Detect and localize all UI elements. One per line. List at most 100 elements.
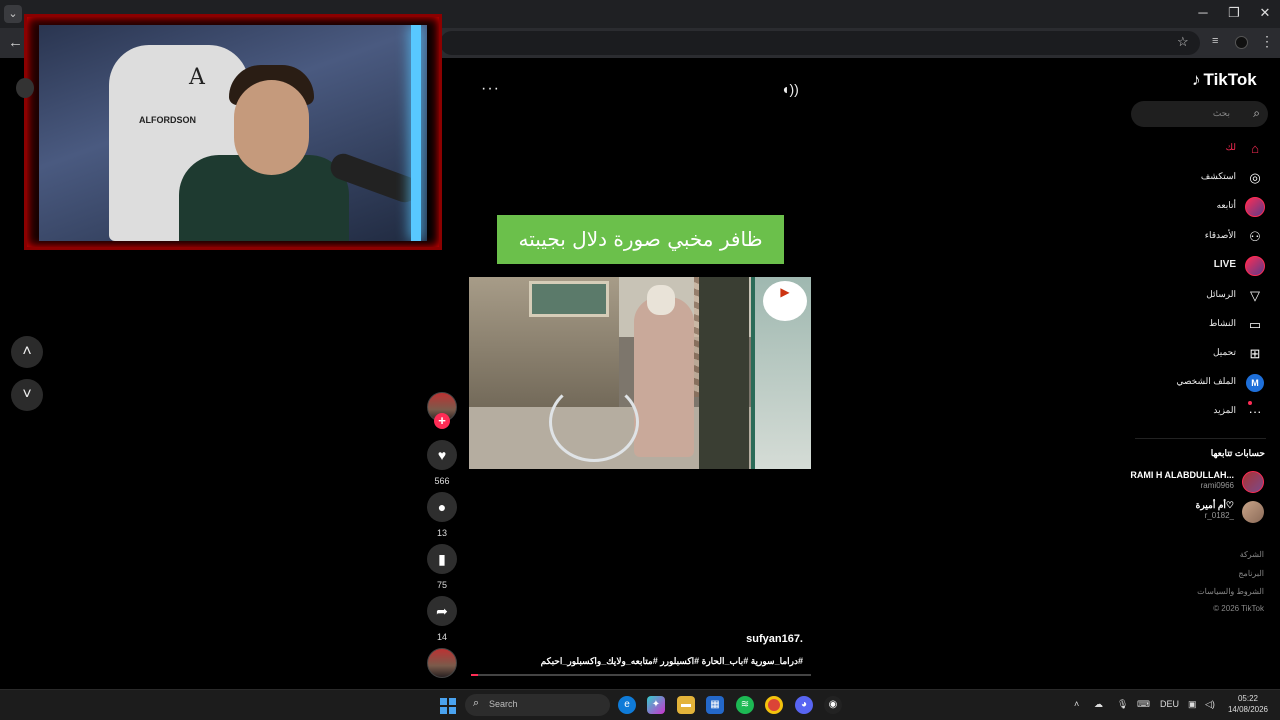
volume-icon[interactable]: ◁) — [1205, 699, 1215, 710]
tab-search-dropdown-icon[interactable]: ⌄ — [4, 5, 22, 23]
more-dots-icon: ··· — [1248, 404, 1262, 419]
sidebar-item-live[interactable]: LIVE — [1140, 255, 1266, 277]
following-account-item[interactable]: أم أميرة♡ r_0182_ — [1135, 500, 1266, 524]
share-icon[interactable]: ➦ — [427, 596, 457, 626]
video-doorway — [699, 277, 749, 469]
store-icon[interactable]: ▦ — [706, 696, 724, 714]
address-bar[interactable] — [440, 31, 1200, 55]
compass-icon: ◎ — [1249, 170, 1261, 185]
video-progress-fill — [471, 674, 478, 676]
microphone-icon[interactable]: 🎙 — [1117, 699, 1128, 710]
streamer-face — [234, 80, 309, 175]
file-explorer-icon[interactable]: ▬ — [677, 696, 695, 714]
neon-light — [411, 25, 421, 241]
live-avatar-icon — [1245, 256, 1265, 276]
post-hashtags[interactable]: #دراما_سورية #باب_الحارة #اكسبلورر #متاب… — [480, 656, 803, 667]
taskbar-search-input[interactable]: ⌕ Search — [465, 694, 610, 716]
footer-copyright: © 2026 TikTok — [1213, 604, 1264, 613]
profile-m-icon: M — [1246, 374, 1264, 392]
clock-time: 05:22 — [1237, 694, 1259, 703]
spotify-icon[interactable]: ≋ — [736, 696, 754, 714]
save-count: 75 — [436, 580, 447, 590]
taskbar-clock[interactable]: 05:22 14/08/2026 — [1222, 693, 1274, 715]
sidebar-item-more[interactable]: المزيد ··· — [1140, 401, 1266, 423]
video-bicycle — [549, 382, 639, 462]
copilot-icon[interactable]: ✦ — [647, 696, 665, 714]
footer-link-terms[interactable]: الشروط والسياسات — [1140, 587, 1264, 596]
maximize-button[interactable]: ❐ — [1219, 5, 1249, 21]
sidebar-divider — [1135, 438, 1266, 439]
upload-plus-icon: ⊞ — [1249, 346, 1261, 361]
comment-icon[interactable]: ● — [427, 492, 457, 522]
sidebar-item-label: لك — [1225, 142, 1236, 152]
sidebar-item-explore[interactable]: استكشف ◎ — [1140, 167, 1266, 189]
arrow-left-icon[interactable]: ← — [8, 34, 23, 51]
chevron-up-icon[interactable]: ˄ — [1074, 699, 1079, 709]
tiktok-logo-shadow — [16, 78, 34, 98]
edge-icon[interactable]: e — [618, 696, 636, 714]
sidebar-item-messages[interactable]: الرسائل ▽ — [1140, 285, 1266, 307]
video-caption-overlay: ظافر مخبي صورة دلال بجيبته — [497, 215, 784, 264]
video-man-robe — [634, 297, 694, 457]
watermark-play-icon: ▶ — [780, 285, 790, 299]
language-indicator[interactable]: DEU — [1160, 699, 1179, 709]
footer-link-company[interactable]: الشركة — [1140, 550, 1264, 559]
account-handle: rami0966 — [1200, 481, 1234, 490]
search-input[interactable]: بحث ⌕ — [1131, 101, 1268, 127]
profile-avatar[interactable] — [1235, 36, 1248, 49]
video-frame[interactable]: ▶ — [469, 277, 811, 469]
heart-icon[interactable]: ♥ — [427, 440, 457, 470]
following-avatar-icon — [1245, 197, 1265, 217]
tiktok-logo[interactable]: ♪ TikTok — [1192, 70, 1257, 90]
sidebar-item-label: تحميل — [1212, 347, 1236, 357]
sidebar-item-label: الأصدقاء — [1204, 230, 1236, 240]
search-icon[interactable]: ⌕ — [1253, 106, 1260, 121]
share-count: 14 — [436, 632, 447, 642]
sidebar-item-following[interactable]: أتابعه — [1140, 196, 1266, 218]
sidebar-item-label: أتابعه — [1216, 200, 1236, 210]
like-count: 566 — [434, 476, 450, 486]
minimize-button[interactable]: ─ — [1188, 5, 1218, 20]
sidebar-item-friends[interactable]: الأصدقاء ⚇ — [1140, 226, 1266, 248]
next-video-button[interactable]: ˅ — [11, 379, 43, 411]
previous-video-button[interactable]: ˄ — [11, 336, 43, 368]
media-controls-icon[interactable]: ≡ — [1212, 35, 1218, 47]
search-icon: ⌕ — [473, 697, 480, 709]
footer-link-program[interactable]: البرنامج — [1140, 569, 1264, 578]
discord-icon[interactable]: ◕ — [795, 696, 813, 714]
network-icon[interactable]: ▣ — [1188, 699, 1197, 710]
speaker-icon[interactable]: ◖)) — [781, 81, 799, 97]
follow-plus-button[interactable]: + — [434, 413, 450, 429]
paper-plane-icon: ▽ — [1250, 288, 1260, 303]
chrome-icon[interactable] — [765, 696, 783, 714]
sidebar-item-label: النشاط — [1208, 318, 1236, 328]
chair-logo-letter: A — [189, 65, 205, 90]
onedrive-icon[interactable]: ☁ — [1094, 699, 1103, 710]
clock-date: 14/08/2026 — [1227, 705, 1269, 714]
home-icon: ⌂ — [1251, 141, 1259, 156]
sidebar-item-activity[interactable]: النشاط ▭ — [1140, 314, 1266, 336]
webcam-overlay: A ALFORDSON — [24, 14, 442, 250]
channel-watermark-logo: ▶ — [763, 281, 807, 321]
post-author[interactable]: sufyan167. — [700, 633, 803, 645]
video-progress-bar[interactable] — [471, 674, 811, 676]
browser-menu-icon[interactable]: ⋮ — [1260, 33, 1274, 50]
more-options-button[interactable]: ··· — [481, 80, 500, 98]
bookmark-icon[interactable]: ▮ — [427, 544, 457, 574]
close-button[interactable]: ✕ — [1250, 5, 1280, 21]
windows-start-icon[interactable] — [440, 698, 456, 714]
sound-avatar[interactable] — [427, 648, 457, 678]
app-icon[interactable]: ◉ — [824, 696, 842, 714]
windows-taskbar: ⌕ Search e ✦ ▬ ▦ ≋ ◕ ◉ ˄ ☁ 🎙 ⌨ DEU ▣ ◁) … — [0, 689, 1280, 720]
webcam-video: A ALFORDSON — [39, 25, 427, 241]
sidebar-item-label: الرسائل — [1206, 289, 1236, 299]
friends-icon: ⚇ — [1249, 229, 1261, 244]
keyboard-icon[interactable]: ⌨ — [1137, 699, 1150, 710]
following-account-item[interactable]: RAMI H ALABDULLAH... rami0966 — [1130, 470, 1266, 494]
star-icon[interactable]: ☆ — [1177, 34, 1189, 50]
account-name: RAMI H ALABDULLAH... — [1130, 470, 1234, 480]
sidebar-item-upload[interactable]: تحميل ⊞ — [1140, 343, 1266, 365]
following-accounts-title: حسابات تتابعها — [1210, 448, 1265, 458]
sidebar-item-for-you[interactable]: لك ⌂ — [1140, 138, 1266, 160]
sidebar-item-profile[interactable]: الملف الشخصي M — [1140, 372, 1266, 394]
